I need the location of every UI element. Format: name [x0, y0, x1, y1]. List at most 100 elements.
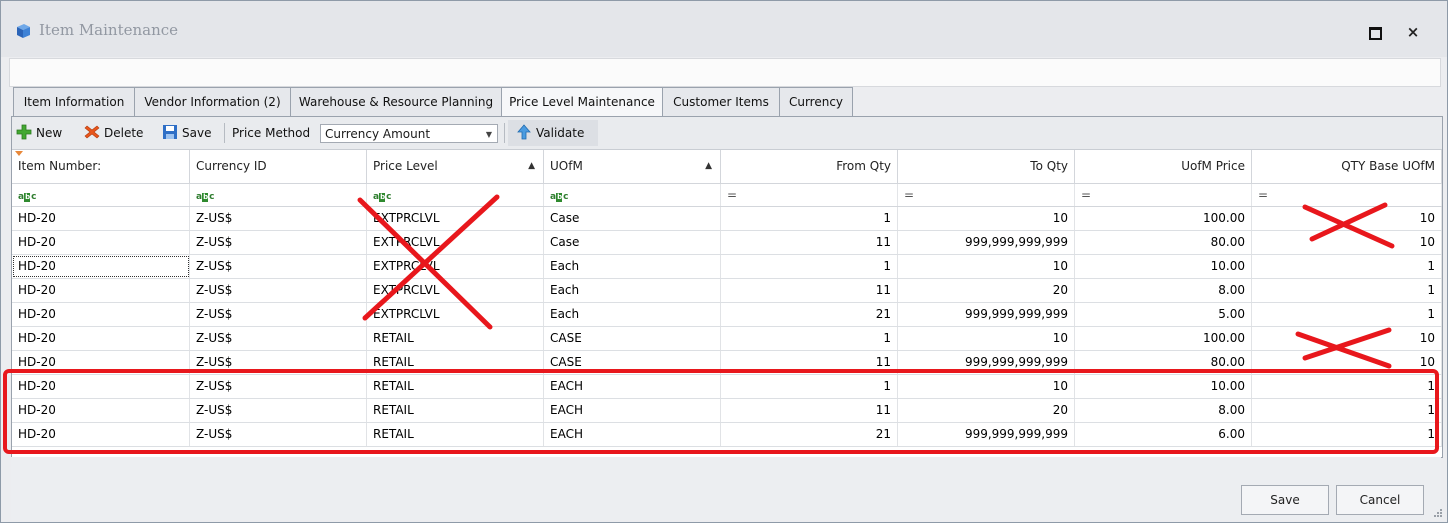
cell-from-qty[interactable]: 21	[721, 423, 898, 446]
maximize-icon[interactable]	[1363, 21, 1387, 43]
cell-to-qty[interactable]: 20	[898, 279, 1075, 302]
column-header-item-number[interactable]: Item Number:	[12, 150, 190, 183]
cell-price-level[interactable]: RETAIL	[367, 423, 544, 446]
cell-qty-base-uofm[interactable]: 1	[1252, 423, 1442, 446]
close-icon[interactable]: ×	[1401, 21, 1425, 43]
cell-uofm-price[interactable]: 80.00	[1075, 351, 1252, 374]
new-button[interactable]: New	[16, 123, 62, 143]
cell-uofm[interactable]: Each	[544, 255, 721, 278]
cell-currency-id[interactable]: Z-US$	[190, 207, 367, 230]
cell-from-qty[interactable]: 11	[721, 279, 898, 302]
cell-price-level[interactable]: EXTPRCLVL	[367, 255, 544, 278]
cell-from-qty[interactable]: 1	[721, 255, 898, 278]
cell-uofm[interactable]: EACH	[544, 399, 721, 422]
cell-uofm[interactable]: Each	[544, 303, 721, 326]
equals-filter-icon[interactable]: =	[1075, 184, 1252, 206]
cell-item-number[interactable]: HD-20	[12, 231, 190, 254]
tab-warehouse-resource-planning[interactable]: Warehouse & Resource Planning	[290, 87, 502, 117]
tab-customer-items[interactable]: Customer Items	[662, 87, 780, 117]
cell-currency-id[interactable]: Z-US$	[190, 255, 367, 278]
cell-currency-id[interactable]: Z-US$	[190, 231, 367, 254]
cell-to-qty[interactable]: 10	[898, 255, 1075, 278]
cell-currency-id[interactable]: Z-US$	[190, 351, 367, 374]
cell-item-number[interactable]: HD-20	[12, 327, 190, 350]
cell-uofm-price[interactable]: 8.00	[1075, 399, 1252, 422]
cell-uofm[interactable]: EACH	[544, 423, 721, 446]
cell-item-number[interactable]: HD-20	[12, 375, 190, 398]
tab-currency[interactable]: Currency	[779, 87, 853, 117]
table-row[interactable]: HD-20 Z-US$ EXTPRCLVL Each 21 999,999,999,999…	[12, 303, 1442, 327]
column-header-from-qty[interactable]: From Qty	[721, 150, 898, 183]
cell-price-level[interactable]: RETAIL	[367, 351, 544, 374]
cell-currency-id[interactable]: Z-US$	[190, 303, 367, 326]
cell-qty-base-uofm[interactable]: 10	[1252, 327, 1442, 350]
column-header-to-qty[interactable]: To Qty	[898, 150, 1075, 183]
dropdown-arrow-icon[interactable]: ▼	[486, 125, 492, 144]
cell-item-number[interactable]: HD-20	[12, 279, 190, 302]
cell-qty-base-uofm[interactable]: 1	[1252, 279, 1442, 302]
cell-from-qty[interactable]: 1	[721, 327, 898, 350]
tab-price-level-maintenance[interactable]: Price Level Maintenance	[501, 87, 663, 118]
table-row[interactable]: HD-20 Z-US$ RETAIL EACH 11 20 8.00 1	[12, 399, 1442, 423]
cell-to-qty[interactable]: 20	[898, 399, 1075, 422]
cell-qty-base-uofm[interactable]: 10	[1252, 231, 1442, 254]
cell-item-number[interactable]: HD-20	[12, 399, 190, 422]
table-row[interactable]: HD-20 Z-US$ EXTPRCLVL Each 1 10 10.00 1	[12, 255, 1442, 279]
cell-to-qty[interactable]: 999,999,999,999	[898, 423, 1075, 446]
save-button[interactable]: Save	[1241, 485, 1329, 515]
cell-uofm-price[interactable]: 80.00	[1075, 231, 1252, 254]
cell-currency-id[interactable]: Z-US$	[190, 375, 367, 398]
column-header-qty-base-uofm[interactable]: QTY Base UOfM	[1252, 150, 1442, 183]
cell-price-level[interactable]: EXTPRCLVL	[367, 207, 544, 230]
cell-item-number[interactable]: HD-20	[12, 423, 190, 446]
cell-uofm[interactable]: Case	[544, 231, 721, 254]
cell-price-level[interactable]: RETAIL	[367, 375, 544, 398]
table-row[interactable]: HD-20 Z-US$ RETAIL EACH 21 999,999,999,999 6.0…	[12, 423, 1442, 447]
cell-to-qty[interactable]: 999,999,999,999	[898, 303, 1075, 326]
cell-price-level[interactable]: RETAIL	[367, 399, 544, 422]
resize-grip-icon[interactable]	[1433, 508, 1443, 518]
abc-filter-icon[interactable]: abc	[190, 184, 367, 206]
price-method-dropdown[interactable]: Currency Amount ▼	[320, 124, 498, 143]
cell-uofm-price[interactable]: 100.00	[1075, 327, 1252, 350]
cell-from-qty[interactable]: 21	[721, 303, 898, 326]
cell-price-level[interactable]: EXTPRCLVL	[367, 231, 544, 254]
equals-filter-icon[interactable]: =	[898, 184, 1075, 206]
cell-item-number[interactable]: HD-20	[12, 351, 190, 374]
cell-from-qty[interactable]: 11	[721, 351, 898, 374]
cell-uofm[interactable]: CASE	[544, 327, 721, 350]
cell-currency-id[interactable]: Z-US$	[190, 279, 367, 302]
cell-uofm-price[interactable]: 10.00	[1075, 255, 1252, 278]
cell-price-level[interactable]: EXTPRCLVL	[367, 303, 544, 326]
cell-from-qty[interactable]: 1	[721, 375, 898, 398]
cell-uofm-price[interactable]: 8.00	[1075, 279, 1252, 302]
validate-button[interactable]: Validate	[516, 123, 584, 143]
cell-qty-base-uofm[interactable]: 1	[1252, 303, 1442, 326]
column-header-price-level[interactable]: Price Level ▲	[367, 150, 544, 183]
cell-item-number[interactable]: HD-20	[12, 207, 190, 230]
cell-qty-base-uofm[interactable]: 10	[1252, 351, 1442, 374]
cell-uofm[interactable]: CASE	[544, 351, 721, 374]
cell-uofm[interactable]: EACH	[544, 375, 721, 398]
table-row[interactable]: HD-20 Z-US$ EXTPRCLVL Each 11 20 8.00 1	[12, 279, 1442, 303]
cell-qty-base-uofm[interactable]: 1	[1252, 255, 1442, 278]
column-header-currency-id[interactable]: Currency ID	[190, 150, 367, 183]
cell-qty-base-uofm[interactable]: 1	[1252, 399, 1442, 422]
cell-uofm[interactable]: Case	[544, 207, 721, 230]
cell-uofm-price[interactable]: 10.00	[1075, 375, 1252, 398]
equals-filter-icon[interactable]: =	[721, 184, 898, 206]
column-header-uofm[interactable]: UOfM ▲	[544, 150, 721, 183]
table-row[interactable]: HD-20 Z-US$ EXTPRCLVL Case 1 10 100.00 10	[12, 207, 1442, 231]
table-row[interactable]: HD-20 Z-US$ RETAIL EACH 1 10 10.00 1	[12, 375, 1442, 399]
cell-item-number[interactable]: HD-20	[12, 255, 190, 278]
cell-item-number[interactable]: HD-20	[12, 303, 190, 326]
cell-to-qty[interactable]: 999,999,999,999	[898, 231, 1075, 254]
equals-filter-icon[interactable]: =	[1252, 184, 1442, 206]
cell-to-qty[interactable]: 10	[898, 375, 1075, 398]
cell-uofm-price[interactable]: 100.00	[1075, 207, 1252, 230]
cell-to-qty[interactable]: 999,999,999,999	[898, 351, 1075, 374]
table-row[interactable]: HD-20 Z-US$ EXTPRCLVL Case 11 999,999,999,999…	[12, 231, 1442, 255]
table-row[interactable]: HD-20 Z-US$ RETAIL CASE 1 10 100.00 10	[12, 327, 1442, 351]
cell-price-level[interactable]: RETAIL	[367, 327, 544, 350]
cancel-button[interactable]: Cancel	[1336, 485, 1424, 515]
